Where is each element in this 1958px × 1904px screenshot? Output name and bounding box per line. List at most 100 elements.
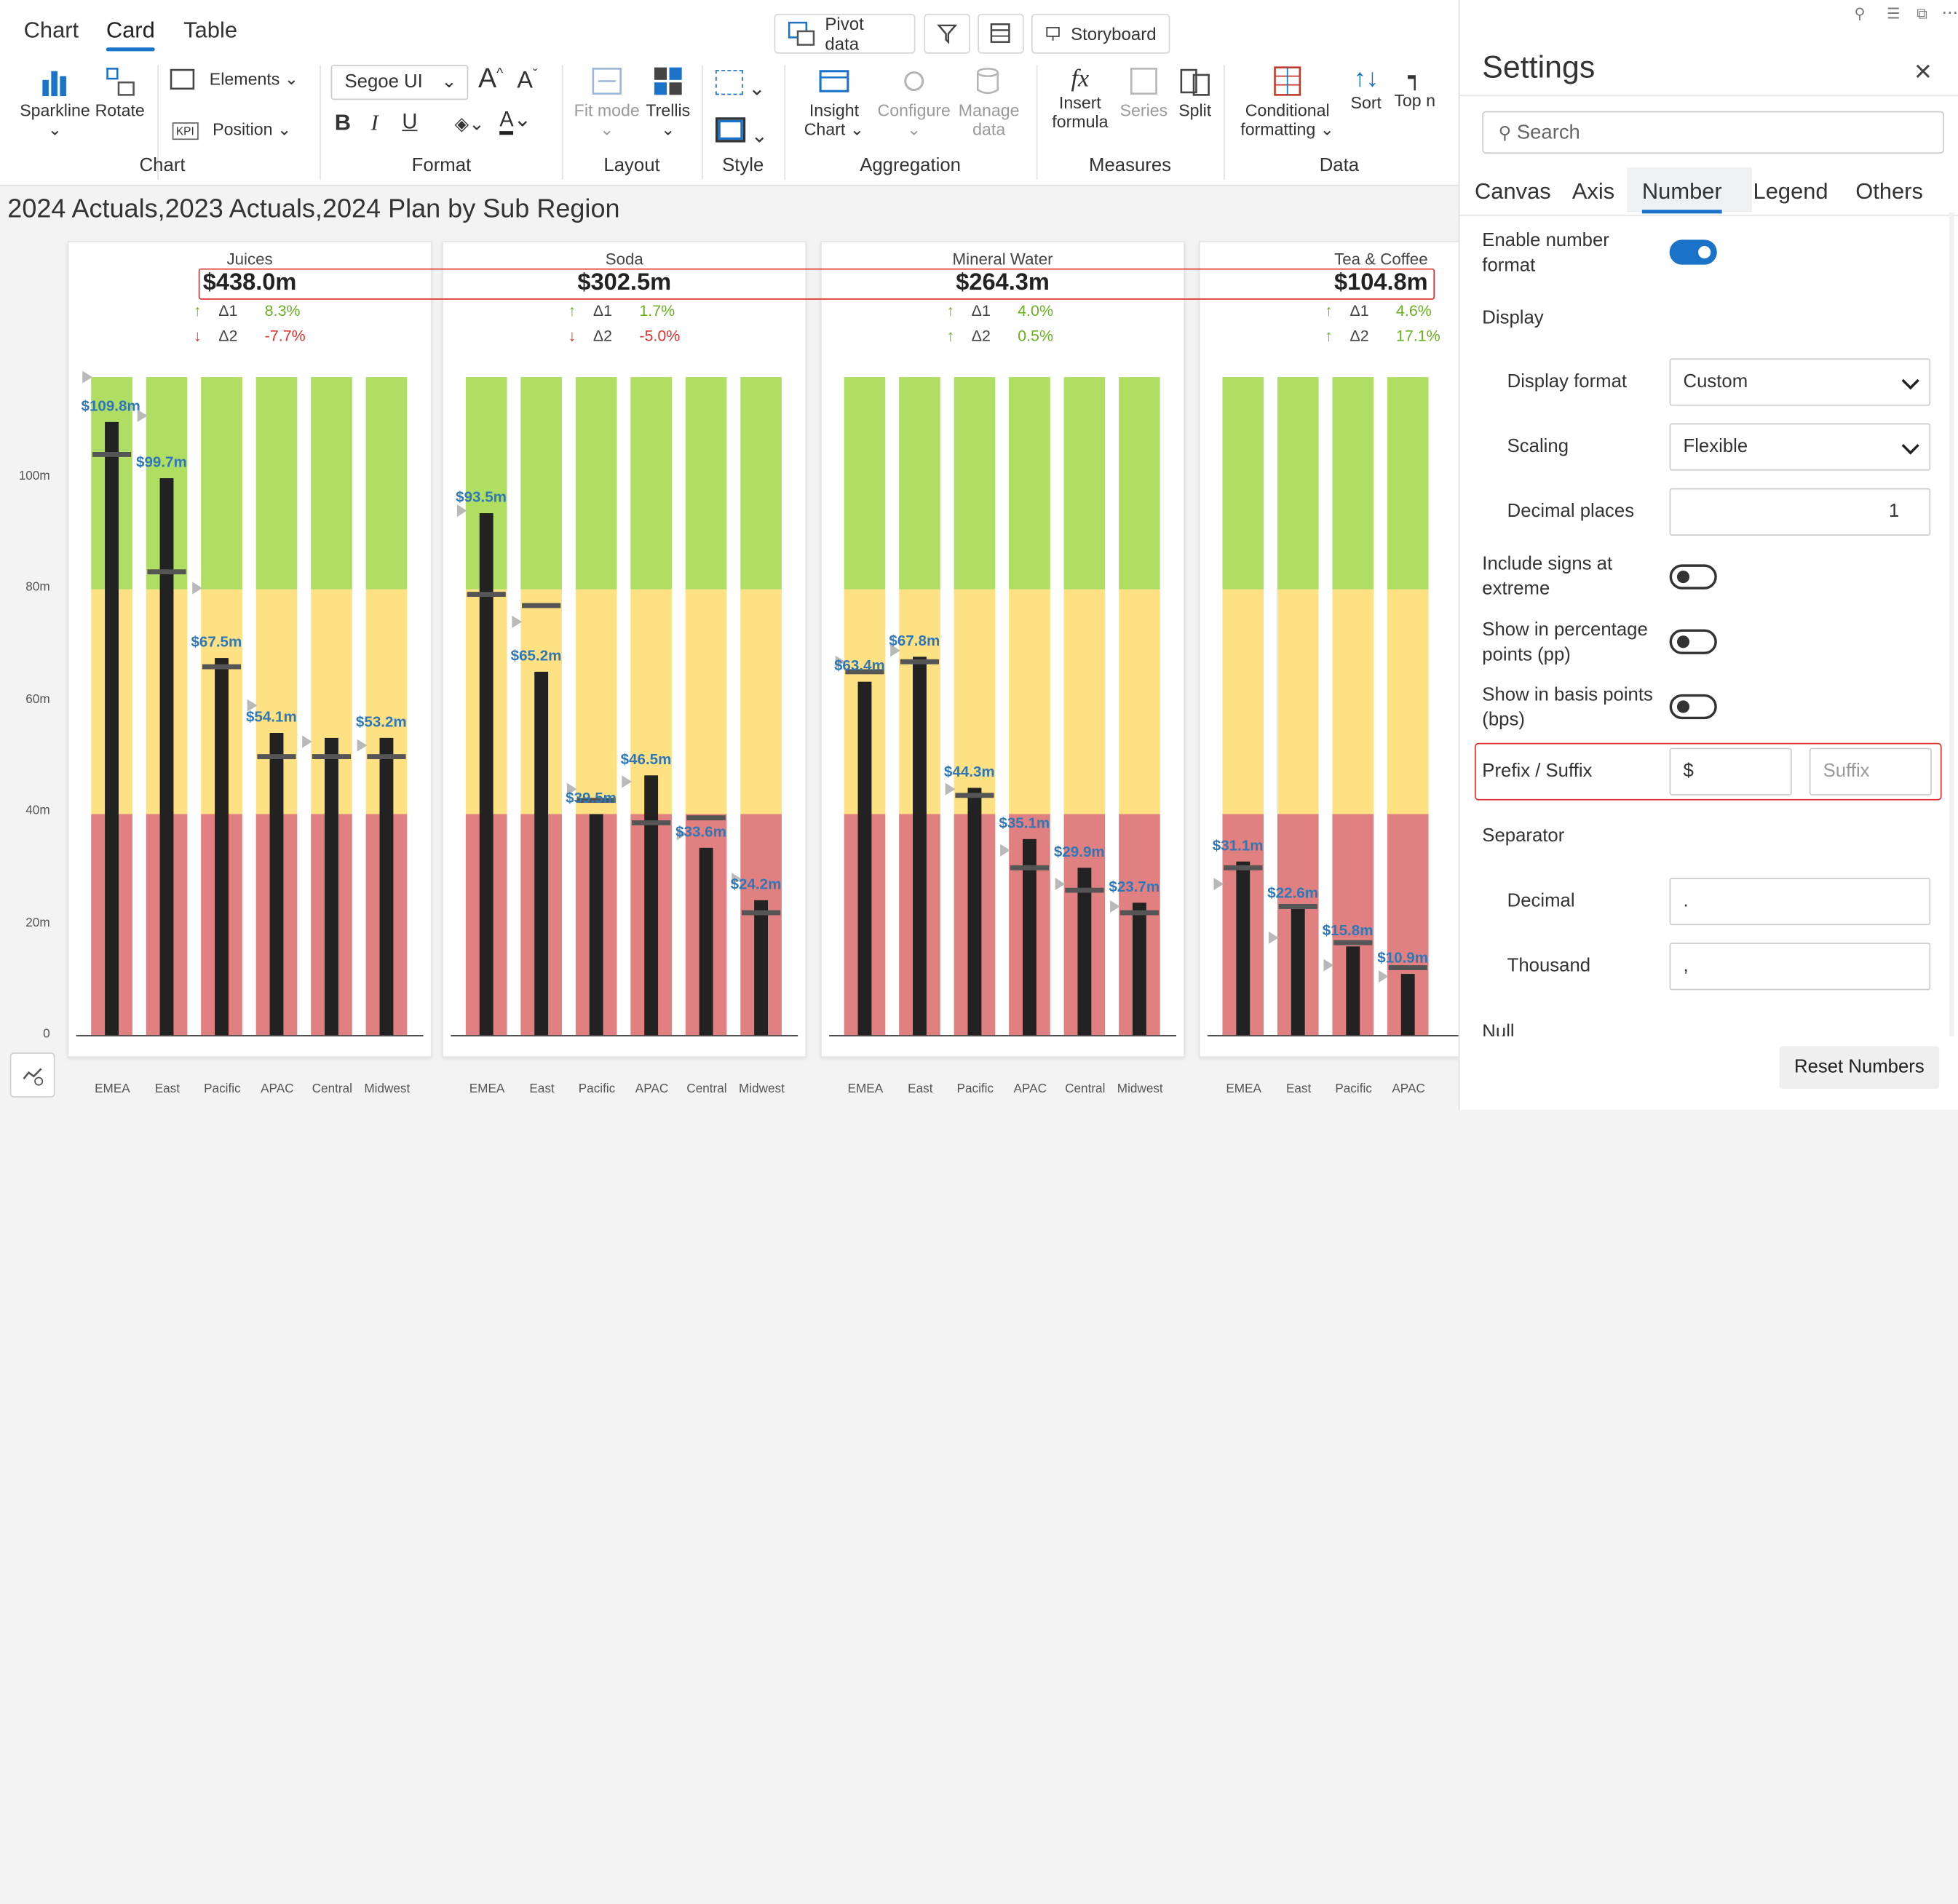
thousand-separator-input[interactable]: , — [1669, 943, 1931, 991]
tab-number[interactable]: Number — [1642, 178, 1722, 205]
font-family-select[interactable]: Segoe UI ⌄ — [330, 65, 469, 100]
decimal-places-input[interactable]: 1 — [1669, 488, 1931, 536]
tab-table[interactable]: Table — [183, 17, 237, 44]
tab-card[interactable]: Card — [106, 17, 155, 52]
border-style-icon[interactable]: ⌄ — [715, 70, 765, 101]
fx-icon: fx — [1071, 65, 1090, 92]
arrow-up-icon: ↑ — [193, 302, 202, 320]
chevron-down-icon: ⌄ — [441, 71, 457, 92]
insert-formula-button[interactable]: fx Insert formula — [1049, 65, 1111, 131]
actual-2023-marker — [147, 569, 186, 575]
zone-band — [1332, 590, 1374, 815]
quick-actions-button[interactable] — [9, 1052, 55, 1098]
pivot-label: Pivot data — [825, 13, 864, 54]
settings-title: Settings — [1482, 49, 1596, 85]
configure-button[interactable]: Configure ⌄ — [874, 65, 954, 140]
conditional-formatting-button[interactable]: Conditional formatting ⌄ — [1234, 65, 1341, 140]
actual-2023-marker — [1010, 865, 1050, 870]
x-axis-label: APAC — [1392, 1082, 1425, 1097]
manage-data-button[interactable]: Manage data — [956, 65, 1021, 138]
actual-2023-marker — [1333, 940, 1373, 946]
sort-label: Sort — [1350, 93, 1382, 113]
x-axis-label: EMEA — [95, 1082, 130, 1097]
pivot-data-button[interactable]: Pivot data — [774, 13, 916, 54]
filter-pin-button[interactable] — [924, 13, 970, 54]
display-format-select[interactable]: Custom — [1669, 358, 1931, 406]
decimal-separator-input[interactable]: . — [1669, 877, 1931, 926]
actual-2024-bar — [857, 681, 872, 1036]
tab-canvas[interactable]: Canvas — [1475, 178, 1551, 205]
elements-button[interactable]: Elements ⌄ — [170, 68, 298, 92]
rotate-button[interactable]: Rotate — [95, 65, 145, 120]
x-axis-label: Central — [686, 1082, 727, 1097]
fill-color-icon[interactable]: ◈⌄ — [454, 112, 484, 135]
increase-font-icon[interactable]: A^ — [478, 63, 503, 95]
series-label: Series — [1119, 100, 1168, 120]
search-icon: ⚲ — [1498, 122, 1512, 143]
font-color-icon[interactable]: A⌄ — [499, 107, 531, 135]
top-n-button[interactable]: ┑ Top n — [1391, 65, 1438, 110]
reset-numbers-button[interactable]: Reset Numbers — [1779, 1046, 1940, 1089]
delta-label: Δ1 — [218, 302, 238, 320]
basis-points-toggle[interactable] — [1669, 694, 1717, 720]
axis-baseline — [76, 1035, 424, 1036]
actual-2023-marker — [742, 910, 781, 915]
insight-chart-button[interactable]: Insight Chart ⌄ — [799, 65, 869, 140]
sparkline-button[interactable]: Sparkline ⌄ — [17, 65, 92, 140]
more-icon[interactable]: ⋯ — [1942, 2, 1958, 22]
percentage-points-toggle[interactable] — [1669, 629, 1717, 654]
expand-icon[interactable]: ⧉ — [1917, 5, 1927, 24]
x-axis-label: Pacific — [1335, 1082, 1372, 1097]
bar-data-label: $67.8m — [889, 631, 940, 649]
zone-band — [630, 376, 672, 590]
bar-data-label: $53.2m — [355, 713, 407, 731]
plan-2024-marker — [945, 783, 956, 796]
underline-icon[interactable]: U — [402, 110, 417, 135]
bold-icon[interactable]: B — [335, 110, 351, 136]
suffix-input[interactable]: Suffix — [1809, 747, 1932, 796]
zone-band — [1332, 376, 1374, 590]
plan-2024-marker — [1213, 878, 1224, 891]
settings-scrollbar[interactable] — [1949, 212, 1954, 1036]
insert-label: Insert — [1058, 93, 1101, 113]
fit-mode-button[interactable]: Fit mode ⌄ — [572, 65, 642, 140]
actual-2024-bar — [967, 788, 982, 1036]
x-axis-label: Pacific — [204, 1082, 241, 1097]
tab-chart[interactable]: Chart — [24, 17, 79, 44]
pin-icon[interactable]: ⚲ — [1855, 5, 1866, 23]
sort-button[interactable]: ↑↓ Sort — [1346, 65, 1386, 112]
decimal-places-label: Decimal places — [1507, 500, 1635, 523]
split-button[interactable]: Split — [1174, 65, 1216, 120]
bar-data-label: $93.5m — [456, 488, 507, 506]
group-layout-label: Layout — [603, 154, 660, 176]
decrease-font-icon[interactable]: Aˇ — [517, 68, 537, 95]
edit-table-button[interactable] — [978, 13, 1024, 54]
group-format-label: Format — [411, 154, 472, 176]
tab-others[interactable]: Others — [1855, 178, 1923, 205]
insight-label2: Chart — [804, 119, 846, 139]
scaling-select[interactable]: Flexible — [1669, 423, 1931, 471]
zone-band — [844, 376, 886, 590]
ribbon: Chart Card Table Pivot data Storyboard S… — [0, 0, 1459, 186]
actual-2024-bar — [1236, 861, 1250, 1036]
italic-icon[interactable]: I — [371, 110, 378, 136]
axis-baseline — [451, 1035, 798, 1036]
trellis-button[interactable]: Trellis ⌄ — [644, 65, 691, 140]
filter-icon[interactable]: ☰ — [1887, 5, 1900, 23]
box-style-icon[interactable]: ⌄ — [715, 117, 768, 148]
bar-data-label: $22.6m — [1267, 884, 1319, 902]
bar-data-label: $67.5m — [191, 633, 242, 651]
close-icon[interactable]: × — [1914, 55, 1932, 90]
position-button[interactable]: KPI Position ⌄ — [172, 119, 291, 140]
settings-search-input[interactable]: ⚲ Search — [1482, 111, 1945, 154]
enable-number-format-toggle[interactable] — [1669, 239, 1717, 265]
tab-legend[interactable]: Legend — [1753, 178, 1828, 205]
storyboard-button[interactable]: Storyboard — [1031, 13, 1170, 54]
bar-data-label: $24.2m — [730, 875, 782, 893]
tab-axis[interactable]: Axis — [1572, 178, 1614, 205]
include-signs-toggle[interactable] — [1669, 564, 1717, 590]
series-button[interactable]: Series — [1119, 65, 1169, 120]
settings-panel: ⚲ ☰ ⧉ ⋯ Settings × ⚲ Search Canvas Axis … — [1458, 0, 1958, 1111]
prefix-input[interactable]: $ — [1669, 747, 1792, 796]
position-label: Position — [213, 119, 273, 139]
